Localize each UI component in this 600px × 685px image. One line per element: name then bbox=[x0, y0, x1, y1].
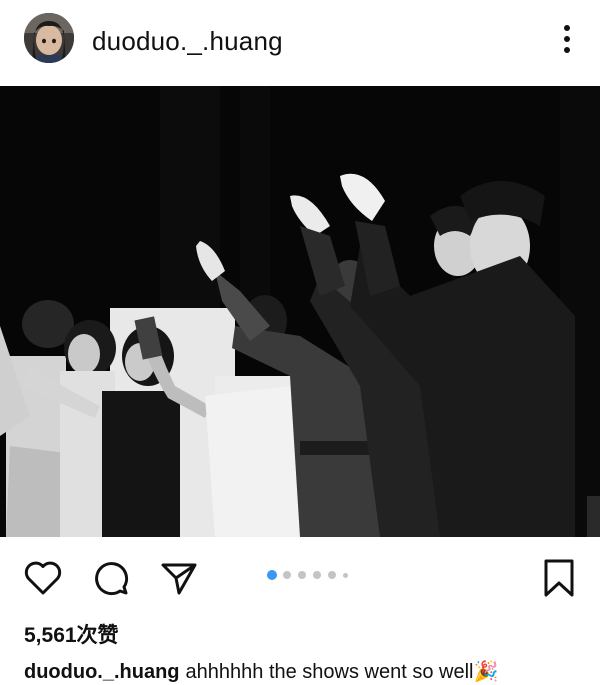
carousel-dot bbox=[328, 571, 336, 579]
avatar-photo bbox=[24, 13, 74, 63]
heart-icon bbox=[24, 561, 62, 595]
carousel-dot bbox=[283, 571, 291, 579]
stage-performance-photo bbox=[0, 86, 600, 537]
likes-count[interactable]: 5,561次赞 bbox=[24, 622, 119, 650]
carousel-dot bbox=[298, 571, 306, 579]
save-button[interactable] bbox=[538, 557, 580, 599]
caption-text: ahhhhhh the shows went so well🎉 bbox=[185, 661, 499, 683]
share-button[interactable] bbox=[158, 557, 200, 599]
bookmark-icon bbox=[544, 559, 574, 597]
carousel-dot-small bbox=[343, 573, 348, 578]
post-action-bar bbox=[0, 545, 600, 609]
carousel-dot-active bbox=[267, 570, 277, 580]
post-username[interactable]: duoduo._.huang bbox=[92, 26, 283, 56]
carousel-dot bbox=[313, 571, 321, 579]
instagram-post: duoduo._.huang 5,561次赞 duoduo._.huang ah… bbox=[0, 0, 600, 683]
avatar[interactable] bbox=[24, 13, 74, 63]
like-button[interactable] bbox=[22, 557, 64, 599]
more-vertical-icon-dot bbox=[564, 36, 570, 42]
post-caption: duoduo._.huang ahhhhhh the shows went so … bbox=[24, 659, 584, 685]
comment-button[interactable] bbox=[90, 557, 132, 599]
post-header: duoduo._.huang bbox=[0, 0, 600, 86]
comment-icon bbox=[95, 562, 129, 596]
more-vertical-icon bbox=[564, 25, 570, 31]
post-photo[interactable] bbox=[0, 86, 600, 537]
more-vertical-icon-dot bbox=[564, 47, 570, 53]
more-options-button[interactable] bbox=[550, 18, 584, 60]
send-icon bbox=[161, 563, 197, 595]
caption-username[interactable]: duoduo._.huang bbox=[24, 661, 180, 683]
